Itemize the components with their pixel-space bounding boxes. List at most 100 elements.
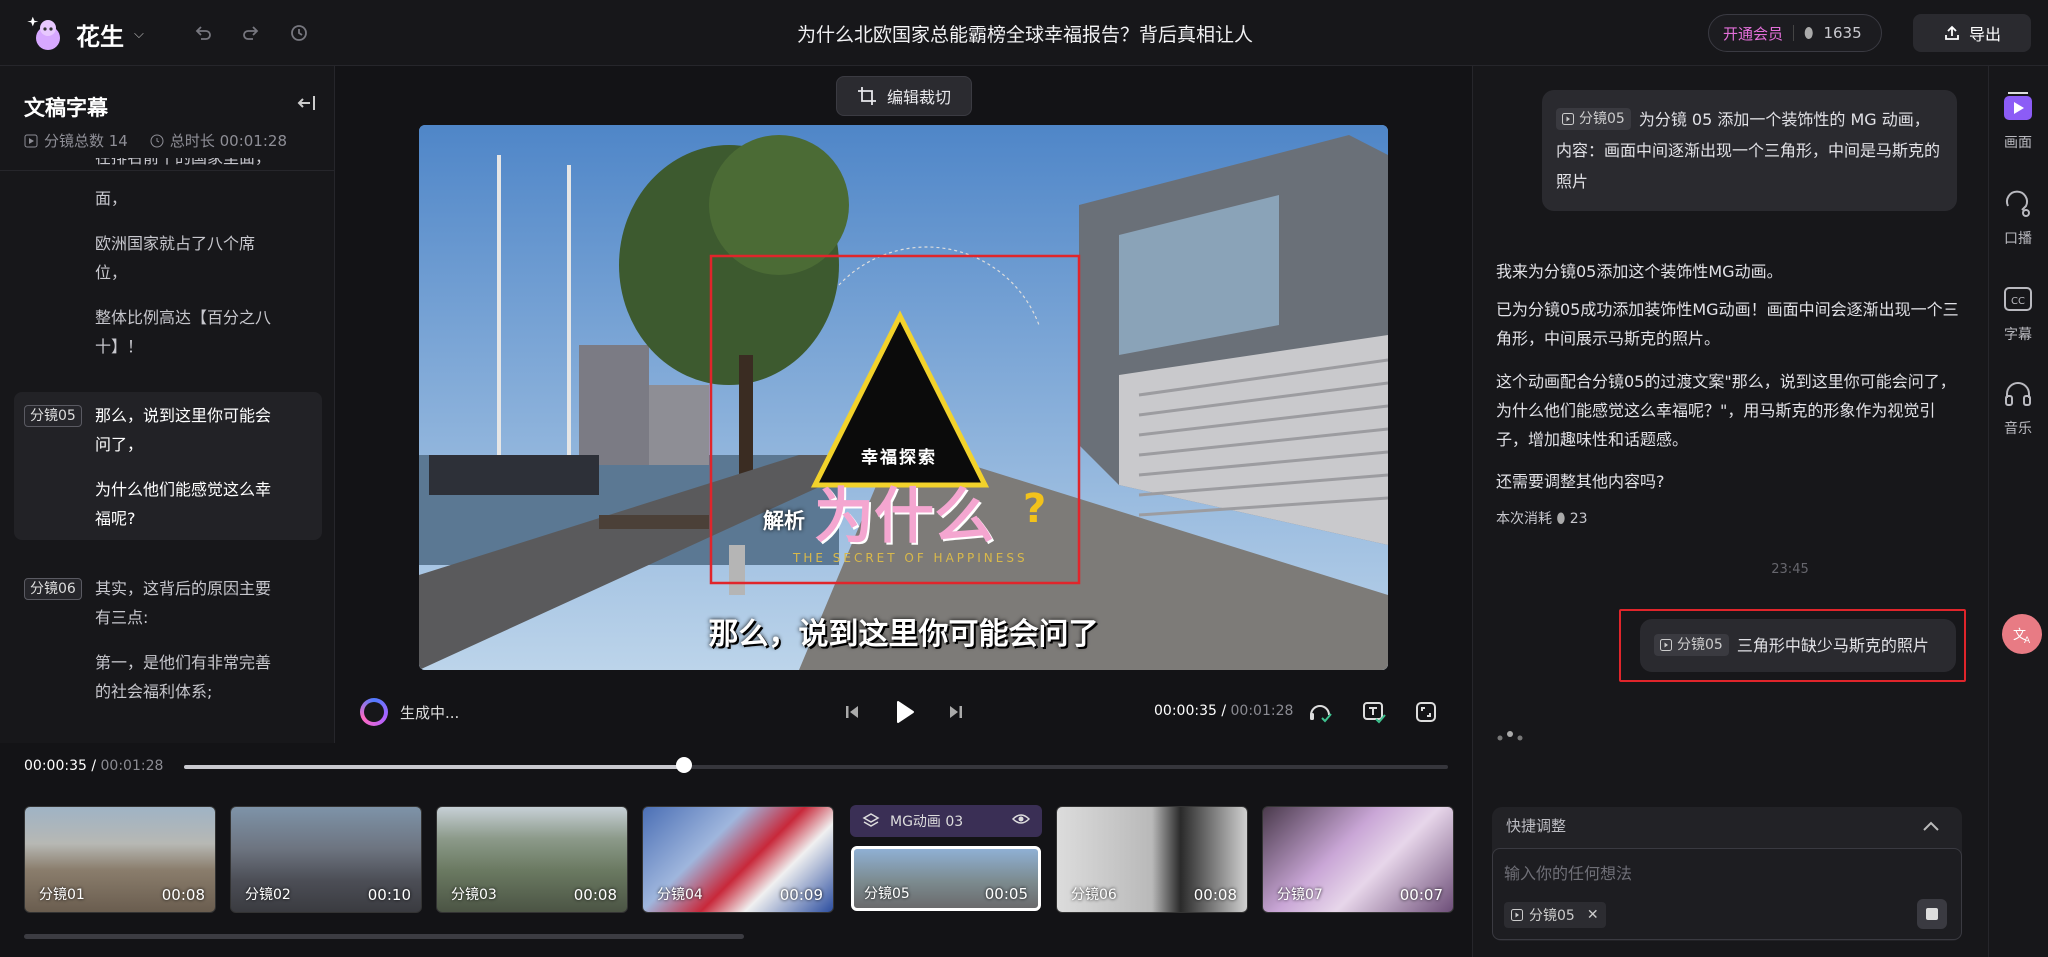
segment-chip[interactable]: 分镜05 (1556, 108, 1631, 130)
script-meta: 分镜总数 14 总时长 00:01:28 (24, 130, 287, 151)
rail-item-subtitle[interactable]: CC 字幕 (1988, 282, 2048, 344)
script-line[interactable]: 欧洲国家就占了八个席位， (95, 229, 275, 287)
redo-icon[interactable] (238, 20, 264, 46)
clip-duration: 00:08 (1193, 886, 1237, 904)
clip-duration: 00:10 (367, 886, 411, 904)
overlay-prefix: 解析 (763, 509, 805, 533)
clip-duration: 00:05 (984, 885, 1028, 903)
clip-duration: 00:08 (573, 886, 617, 904)
panel-title: 文稿字幕 (24, 96, 108, 120)
clip-thumbnail[interactable]: 分镜06 00:08 (1056, 806, 1248, 913)
clip-duration: 00:07 (1399, 886, 1443, 904)
video-subtitle: 那么，说到这里你可能会问了 (708, 617, 1099, 652)
overlay-question-mark: ? (1023, 486, 1047, 532)
svg-text:CC: CC (2011, 296, 2025, 307)
voice-icon (2006, 190, 2030, 217)
total-duration: 总时长 00:01:28 (169, 132, 287, 150)
clip-thumbnail[interactable]: 分镜04 00:09 (642, 806, 834, 913)
app-logo[interactable]: 花生 ⌵ (26, 14, 144, 54)
vip-button[interactable]: 开通会员 ⬮ 1635 (1708, 14, 1882, 52)
crop-icon (857, 87, 876, 105)
rail-label: 画面 (2004, 135, 2032, 151)
segment-tag[interactable]: 分镜05 (24, 405, 82, 427)
script-line[interactable]: 第一，是他们有非常完善的社会福利体系; (95, 648, 275, 706)
video-preview[interactable]: 幸福探索 解析 为什么 ? THE SECRET OF HAPPINESS 那么… (419, 125, 1388, 670)
script-line[interactable]: 那么，说到这里你可能会问了， (95, 401, 275, 459)
segment-tag[interactable]: 分镜06 (24, 578, 82, 600)
clip-label: 分镜03 (451, 887, 497, 903)
quick-adjust-title: 快捷调整 (1506, 817, 1567, 835)
fullscreen-icon[interactable] (1410, 696, 1442, 728)
rail-label: 字幕 (2004, 327, 2032, 343)
clip-thumbnail[interactable]: 分镜07 00:07 (1262, 806, 1454, 913)
segment-count: 分镜总数 14 (44, 132, 128, 150)
cost-label: 本次消耗 (1496, 511, 1552, 527)
script-line[interactable]: 整体比例高达【百分之八十】！ (95, 303, 275, 361)
total-time: 00:01:28 (100, 758, 164, 774)
attached-segment-chip[interactable]: 分镜05 ✕ (1504, 902, 1606, 928)
timeline-progress (184, 765, 684, 769)
clock-icon (150, 134, 164, 147)
collapse-panel-icon[interactable] (296, 92, 318, 114)
mg-animation-layer[interactable]: MG动画 03 (850, 805, 1042, 837)
clip-label: 分镜02 (245, 887, 291, 903)
chat-input-placeholder: 输入你的任何想法 (1504, 864, 1633, 883)
clip-duration: 00:08 (161, 886, 205, 904)
export-button[interactable]: 导出 (1913, 14, 2031, 52)
generation-status: 生成中... (360, 698, 459, 726)
chip-label: 分镜05 (1529, 908, 1575, 924)
edit-crop-button[interactable]: 编辑裁切 (836, 76, 972, 116)
stop-button[interactable] (1917, 899, 1947, 929)
clip-thumbnail[interactable]: 分镜01 00:08 (24, 806, 216, 913)
cost-info: 本次消耗 ⬮ 23 (1496, 508, 1588, 528)
mg-label: MG动画 03 (890, 814, 964, 830)
play-icon[interactable] (888, 696, 920, 728)
subtitle-check-icon[interactable] (1358, 696, 1390, 728)
clip-label: 分镜01 (39, 887, 85, 903)
credit-count: 1635 (1823, 24, 1862, 42)
assistant-text: 已为分镜05成功添加装饰性MG动画！画面中间会逐渐出现一个三角形，中间展示马斯克… (1496, 300, 1959, 348)
rail-label: 音乐 (2004, 421, 2032, 437)
script-line[interactable]: 为什么他们能感觉这么幸福呢? (95, 475, 275, 533)
script-line-cont[interactable]: 面， (95, 184, 275, 213)
rail-item-music[interactable]: 音乐 (1988, 376, 2048, 438)
assistant-text: 我来为分镜05添加这个装饰性MG动画。 (1496, 262, 1783, 281)
peanut-logo-icon (26, 14, 66, 54)
chevron-up-icon[interactable] (1920, 816, 1942, 838)
next-icon[interactable] (940, 696, 972, 728)
script-line[interactable]: 在排名前十的国家里面， (95, 158, 275, 170)
credit-icon: ⬮ (1804, 24, 1814, 42)
clip-thumbnail[interactable]: 分镜02 00:10 (230, 806, 422, 913)
play-box-icon (24, 134, 38, 147)
translate-icon[interactable]: 文A (2002, 614, 2042, 654)
highlight-box (1619, 609, 1966, 682)
timeline-time: 00:00:35 / 00:01:28 (24, 758, 164, 774)
clip-thumbnail[interactable]: 分镜03 00:08 (436, 806, 628, 913)
overlay-tagline: THE SECRET OF HAPPINESS (793, 551, 1028, 565)
overlay-headline: 为什么 (814, 482, 994, 552)
user-message: 分镜05 为分镜 05 添加一个装饰性的 MG 动画，内容：画面中间逐渐出现一个三… (1542, 90, 1957, 211)
timeline-scrollbar[interactable] (24, 934, 744, 939)
spinner-icon (360, 698, 388, 726)
divider (1793, 25, 1795, 41)
generating-label: 生成中... (400, 703, 460, 722)
undo-icon[interactable] (190, 20, 216, 46)
remove-chip-icon[interactable]: ✕ (1587, 907, 1599, 923)
rail-item-screen[interactable]: 画面 (1988, 90, 2048, 152)
video-frame (419, 125, 1388, 670)
typing-indicator-icon (1496, 728, 1536, 742)
eye-icon[interactable] (1011, 810, 1031, 832)
clip-label: 分镜06 (1071, 887, 1117, 903)
project-title[interactable]: 为什么北欧国家总能霸榜全球幸福报告？背后真相让人 (660, 20, 1390, 47)
play-box-icon (1511, 909, 1523, 921)
clip-duration: 00:09 (779, 886, 823, 904)
scrubber-handle[interactable] (676, 757, 692, 773)
chevron-down-icon[interactable]: ⌵ (134, 27, 144, 42)
voice-check-icon[interactable] (1304, 696, 1336, 728)
clip-thumbnail-selected[interactable]: 分镜05 00:05 (851, 846, 1041, 911)
script-line[interactable]: 其实，这背后的原因主要有三点: (95, 574, 275, 632)
history-icon[interactable] (286, 20, 312, 46)
cost-value: 23 (1569, 511, 1588, 527)
previous-icon[interactable] (836, 696, 868, 728)
rail-item-voice[interactable]: 口播 (1988, 186, 2048, 248)
